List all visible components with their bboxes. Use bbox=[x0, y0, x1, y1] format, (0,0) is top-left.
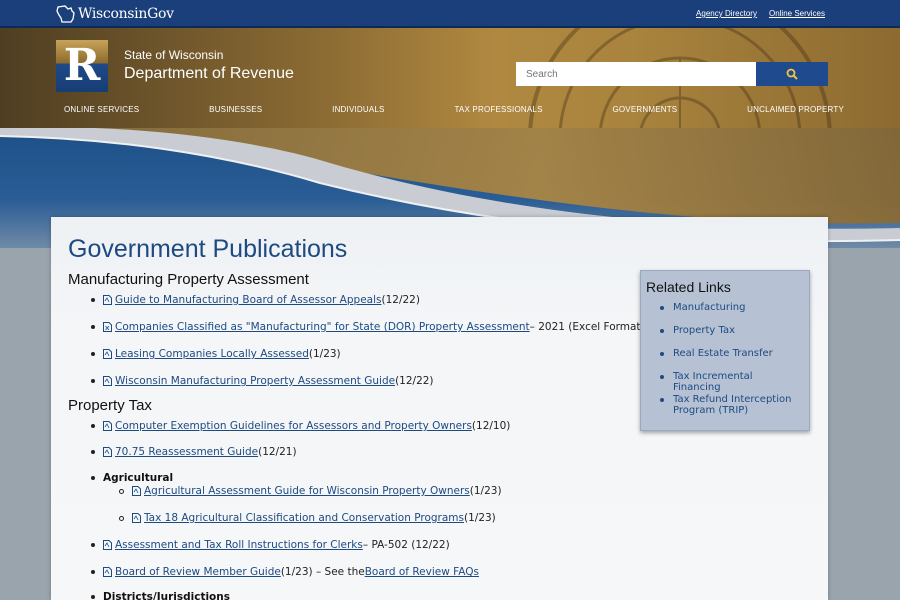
bullet bbox=[91, 379, 95, 383]
pub-link[interactable]: Guide to Manufacturing Board of Assessor… bbox=[115, 294, 381, 306]
dor-logo[interactable]: R bbox=[56, 40, 108, 92]
list-item: 70.75 Reassessment Guide (12/21) bbox=[91, 446, 297, 458]
pdf-icon bbox=[132, 513, 141, 523]
search-button[interactable] bbox=[756, 62, 828, 86]
bullet bbox=[91, 450, 95, 454]
bullet bbox=[119, 488, 124, 494]
pub-link[interactable]: Tax 18 Agricultural Classification and C… bbox=[144, 512, 464, 524]
pub-link[interactable]: Leasing Companies Locally Assessed bbox=[115, 348, 309, 360]
list-item: Board of Review Member Guide (1/23) – Se… bbox=[91, 566, 479, 578]
site-header: R State of Wisconsin Department of Reven… bbox=[0, 28, 900, 128]
bullet bbox=[91, 298, 95, 302]
pub-link[interactable]: Wisconsin Manufacturing Property Assessm… bbox=[115, 375, 395, 387]
related-link-item: Real Estate Transfer bbox=[660, 348, 800, 359]
related-links-panel: Related Links Manufacturing Property Tax… bbox=[640, 270, 810, 431]
bullet bbox=[91, 352, 95, 356]
online-services-link[interactable]: Online Services bbox=[769, 9, 825, 18]
sub-list-item: Agricultural Assessment Guide for Wiscon… bbox=[119, 485, 502, 497]
related-link-item: Manufacturing bbox=[660, 302, 800, 313]
pub-link[interactable]: Companies Classified as "Manufacturing" … bbox=[115, 321, 530, 333]
list-item: Companies Classified as "Manufacturing" … bbox=[91, 321, 645, 333]
list-item: Districts/Jurisdictions bbox=[91, 591, 230, 600]
logo-letter: R bbox=[63, 40, 101, 91]
pdf-icon bbox=[103, 421, 112, 431]
pdf-icon bbox=[103, 295, 112, 305]
pdf-icon bbox=[103, 567, 112, 577]
list-item: Wisconsin Manufacturing Property Assessm… bbox=[91, 375, 434, 387]
bullet bbox=[91, 543, 95, 547]
wisconsin-map-icon bbox=[56, 5, 75, 23]
related-link-trip[interactable]: Tax Refund Interception Program (TRIP) bbox=[673, 394, 800, 416]
excel-icon bbox=[103, 322, 112, 332]
top-bar: WisconsinGov Agency Directory Online Ser… bbox=[0, 0, 900, 28]
related-links-title: Related Links bbox=[646, 279, 731, 295]
group-label-districts: Districts/Jurisdictions bbox=[103, 591, 230, 600]
related-link-manufacturing[interactable]: Manufacturing bbox=[673, 302, 745, 313]
pdf-icon bbox=[103, 349, 112, 359]
related-link-real-estate-transfer[interactable]: Real Estate Transfer bbox=[673, 348, 773, 359]
bullet bbox=[119, 515, 124, 521]
brand-text: WisconsinGov bbox=[78, 6, 174, 22]
bullet bbox=[91, 424, 95, 428]
sub-list-item: Tax 18 Agricultural Classification and C… bbox=[119, 512, 496, 524]
related-link-item: Property Tax bbox=[660, 325, 800, 336]
department-name: Department of Revenue bbox=[124, 65, 294, 82]
agency-directory-link[interactable]: Agency Directory bbox=[696, 9, 757, 18]
pub-link[interactable]: 70.75 Reassessment Guide bbox=[115, 446, 258, 458]
state-name: State of Wisconsin bbox=[124, 48, 224, 62]
main-content: Government Publications Manufacturing Pr… bbox=[51, 217, 828, 600]
bullet bbox=[91, 476, 95, 480]
related-link-property-tax[interactable]: Property Tax bbox=[673, 325, 735, 336]
related-link-item: Tax Refund Interception Program (TRIP) bbox=[660, 394, 800, 416]
pdf-icon bbox=[132, 486, 141, 496]
pdf-icon bbox=[103, 376, 112, 386]
pub-link[interactable]: Agricultural Assessment Guide for Wiscon… bbox=[144, 485, 470, 497]
pdf-icon bbox=[103, 447, 112, 457]
page-title: Government Publications bbox=[68, 235, 348, 263]
pdf-icon bbox=[103, 540, 112, 550]
pub-link[interactable]: Assessment and Tax Roll Instructions for… bbox=[115, 539, 363, 551]
wisconsin-gov-brand[interactable]: WisconsinGov bbox=[56, 5, 174, 23]
nav-governments[interactable]: GOVERNMENTS bbox=[612, 105, 677, 119]
bullet bbox=[91, 325, 95, 329]
main-nav: ONLINE SERVICES BUSINESSES INDIVIDUALS T… bbox=[64, 105, 844, 119]
nav-unclaimed-property[interactable]: UNCLAIMED PROPERTY bbox=[747, 105, 844, 119]
nav-online-services[interactable]: ONLINE SERVICES bbox=[64, 105, 139, 119]
list-item: Leasing Companies Locally Assessed (1/23… bbox=[91, 348, 341, 360]
nav-individuals[interactable]: INDIVIDUALS bbox=[332, 105, 384, 119]
board-of-review-faqs-link[interactable]: Board of Review FAQs bbox=[365, 566, 479, 578]
nav-tax-professionals[interactable]: TAX PROFESSIONALS bbox=[454, 105, 542, 119]
bullet bbox=[91, 595, 95, 599]
related-link-tif[interactable]: Tax Incremental Financing bbox=[673, 371, 800, 393]
search-input[interactable] bbox=[516, 62, 756, 86]
nav-businesses[interactable]: BUSINESSES bbox=[209, 105, 262, 119]
group-label-agricultural: Agricultural bbox=[103, 472, 174, 484]
section-heading-manufacturing: Manufacturing Property Assessment bbox=[68, 271, 309, 288]
pub-link[interactable]: Computer Exemption Guidelines for Assess… bbox=[115, 420, 472, 432]
bullet bbox=[91, 570, 95, 574]
list-item: Guide to Manufacturing Board of Assessor… bbox=[91, 294, 420, 306]
list-item: Assessment and Tax Roll Instructions for… bbox=[91, 539, 450, 551]
section-heading-property-tax: Property Tax bbox=[68, 397, 152, 414]
list-item: Agricultural bbox=[91, 472, 173, 484]
search-icon bbox=[786, 68, 798, 80]
related-link-item: Tax Incremental Financing bbox=[660, 371, 800, 393]
list-item: Computer Exemption Guidelines for Assess… bbox=[91, 420, 510, 432]
pub-link[interactable]: Board of Review Member Guide bbox=[115, 566, 281, 578]
